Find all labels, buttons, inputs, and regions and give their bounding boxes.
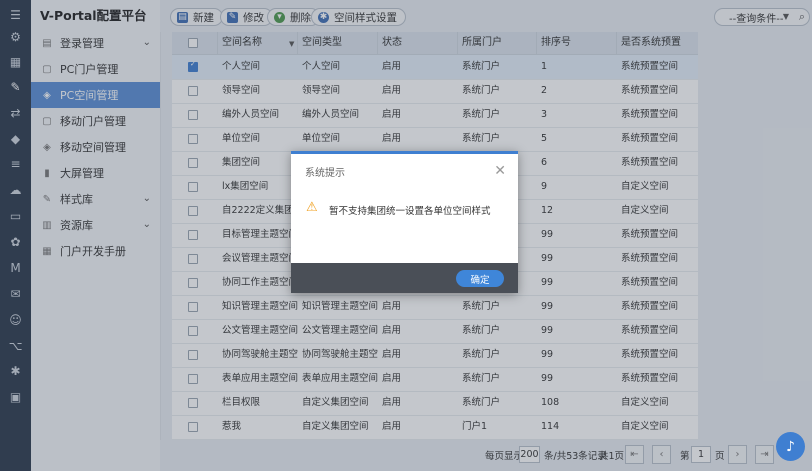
notification-bell-icon[interactable]: ♪ bbox=[776, 432, 805, 461]
dialog-accent-bar bbox=[291, 151, 518, 154]
confirm-button[interactable]: 确定 bbox=[456, 270, 504, 287]
warning-icon: ⚠ bbox=[306, 200, 318, 215]
dialog-title: 系统提示 bbox=[305, 168, 345, 179]
dialog-footer: 确定 bbox=[291, 263, 518, 293]
system-alert-dialog: 系统提示 ✕ ⚠ 暂不支持集团统一设置各单位空间样式 确定 bbox=[291, 151, 518, 293]
dialog-message: 暂不支持集团统一设置各单位空间样式 bbox=[329, 206, 491, 217]
close-icon[interactable]: ✕ bbox=[494, 163, 506, 179]
